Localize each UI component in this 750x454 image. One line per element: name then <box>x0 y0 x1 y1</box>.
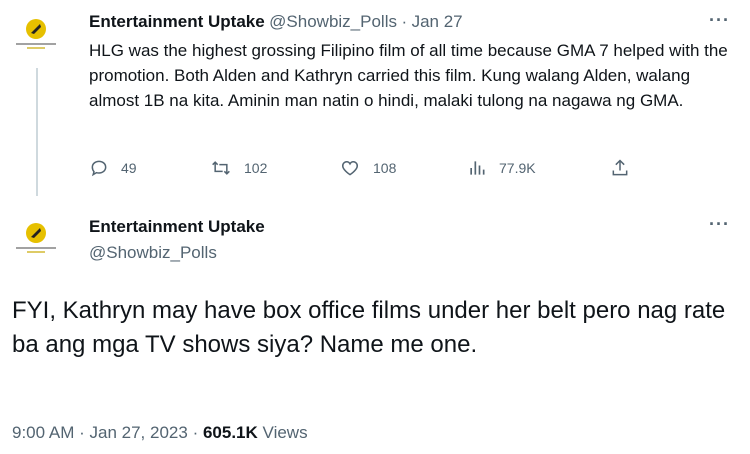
author-handle[interactable]: @Showbiz_Polls <box>269 12 397 31</box>
more-icon[interactable]: ··· <box>709 214 730 235</box>
author-name[interactable]: Entertainment Uptake <box>89 217 265 237</box>
views-label: Views <box>262 423 308 442</box>
reply-count: 49 <box>121 160 137 176</box>
logo-icon <box>26 223 46 243</box>
views-button[interactable]: 77.9K <box>467 158 536 178</box>
avatar[interactable] <box>12 14 60 62</box>
retweet-count: 102 <box>244 160 268 176</box>
avatar[interactable] <box>12 218 60 266</box>
separator: · <box>192 423 199 442</box>
retweet-button[interactable]: 102 <box>210 158 267 178</box>
share-icon <box>612 159 628 176</box>
author-handle[interactable]: @Showbiz_Polls <box>89 243 217 263</box>
logo-icon <box>26 19 46 39</box>
tweet-meta: 9:00 AM · Jan 27, 2023 · 605.1K Views <box>12 423 308 443</box>
share-button[interactable] <box>610 158 642 178</box>
views-count: 77.9K <box>499 160 536 176</box>
tweet-date[interactable]: Jan 27 <box>412 12 463 31</box>
tweet-header: Entertainment Uptake @Showbiz_Polls · Ja… <box>89 12 463 32</box>
reply-icon <box>91 160 107 177</box>
tweet-time[interactable]: 9:00 AM <box>12 423 74 442</box>
views-icon <box>470 161 485 175</box>
tweet-text: HLG was the highest grossing Filipino fi… <box>89 41 728 110</box>
author-name[interactable]: Entertainment Uptake <box>89 12 265 31</box>
like-icon <box>341 160 359 176</box>
tweet-text: FYI, Kathryn may have box office films u… <box>12 297 726 358</box>
retweet-icon <box>212 161 230 175</box>
reply-button[interactable]: 49 <box>89 158 137 178</box>
more-icon[interactable]: ··· <box>709 10 730 31</box>
separator: · <box>79 423 85 442</box>
like-button[interactable]: 108 <box>339 158 396 178</box>
separator: · <box>401 12 408 31</box>
thread-line <box>36 68 38 196</box>
like-count: 108 <box>373 160 397 176</box>
views-count: 605.1K <box>202 423 258 442</box>
tweet-date[interactable]: Jan 27, 2023 <box>90 423 188 442</box>
